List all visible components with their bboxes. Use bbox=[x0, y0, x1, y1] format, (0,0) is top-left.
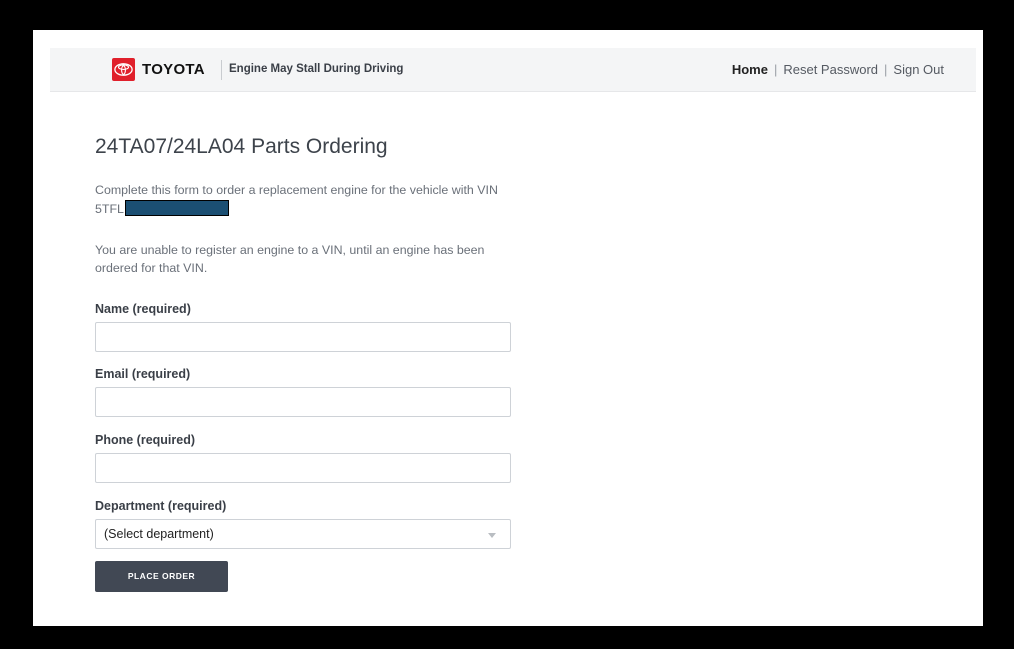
department-selected-value: (Select department) bbox=[104, 527, 214, 541]
nav-reset-password-link[interactable]: Reset Password bbox=[783, 62, 878, 77]
browser-page: TOYOTA Engine May Stall During Driving H… bbox=[33, 30, 983, 626]
header-divider bbox=[221, 60, 222, 80]
vin-redaction bbox=[124, 200, 229, 216]
phone-field[interactable] bbox=[95, 453, 511, 483]
top-nav: Home | Reset Password | Sign Out bbox=[732, 62, 944, 77]
nav-sign-out-link[interactable]: Sign Out bbox=[893, 62, 944, 77]
site-header: TOYOTA Engine May Stall During Driving H… bbox=[50, 48, 976, 92]
notice-text: You are unable to register an engine to … bbox=[95, 243, 485, 275]
vin-line: 5TFL bbox=[95, 200, 229, 216]
phone-label: Phone (required) bbox=[95, 433, 196, 447]
email-field[interactable] bbox=[95, 387, 511, 417]
chevron-down-icon bbox=[488, 533, 496, 538]
page-title: 24TA07/24LA04 Parts Ordering bbox=[95, 135, 388, 158]
nav-separator: | bbox=[773, 62, 778, 77]
department-select[interactable]: (Select department) bbox=[95, 519, 511, 549]
toyota-emblem bbox=[114, 63, 133, 76]
email-label: Email (required) bbox=[95, 367, 191, 381]
place-order-button[interactable]: PLACE ORDER bbox=[95, 561, 228, 592]
intro-text: Complete this form to order a replacemen… bbox=[95, 183, 498, 197]
name-label: Name (required) bbox=[95, 302, 191, 316]
campaign-title: Engine May Stall During Driving bbox=[229, 63, 404, 75]
vin-prefix: 5TFL bbox=[95, 202, 124, 216]
nav-home-link[interactable]: Home bbox=[732, 62, 768, 77]
toyota-logo-icon[interactable] bbox=[112, 58, 135, 81]
department-label: Department (required) bbox=[95, 499, 227, 513]
brand-name[interactable]: TOYOTA bbox=[142, 61, 205, 78]
nav-separator: | bbox=[884, 62, 888, 77]
name-field[interactable] bbox=[95, 322, 511, 352]
